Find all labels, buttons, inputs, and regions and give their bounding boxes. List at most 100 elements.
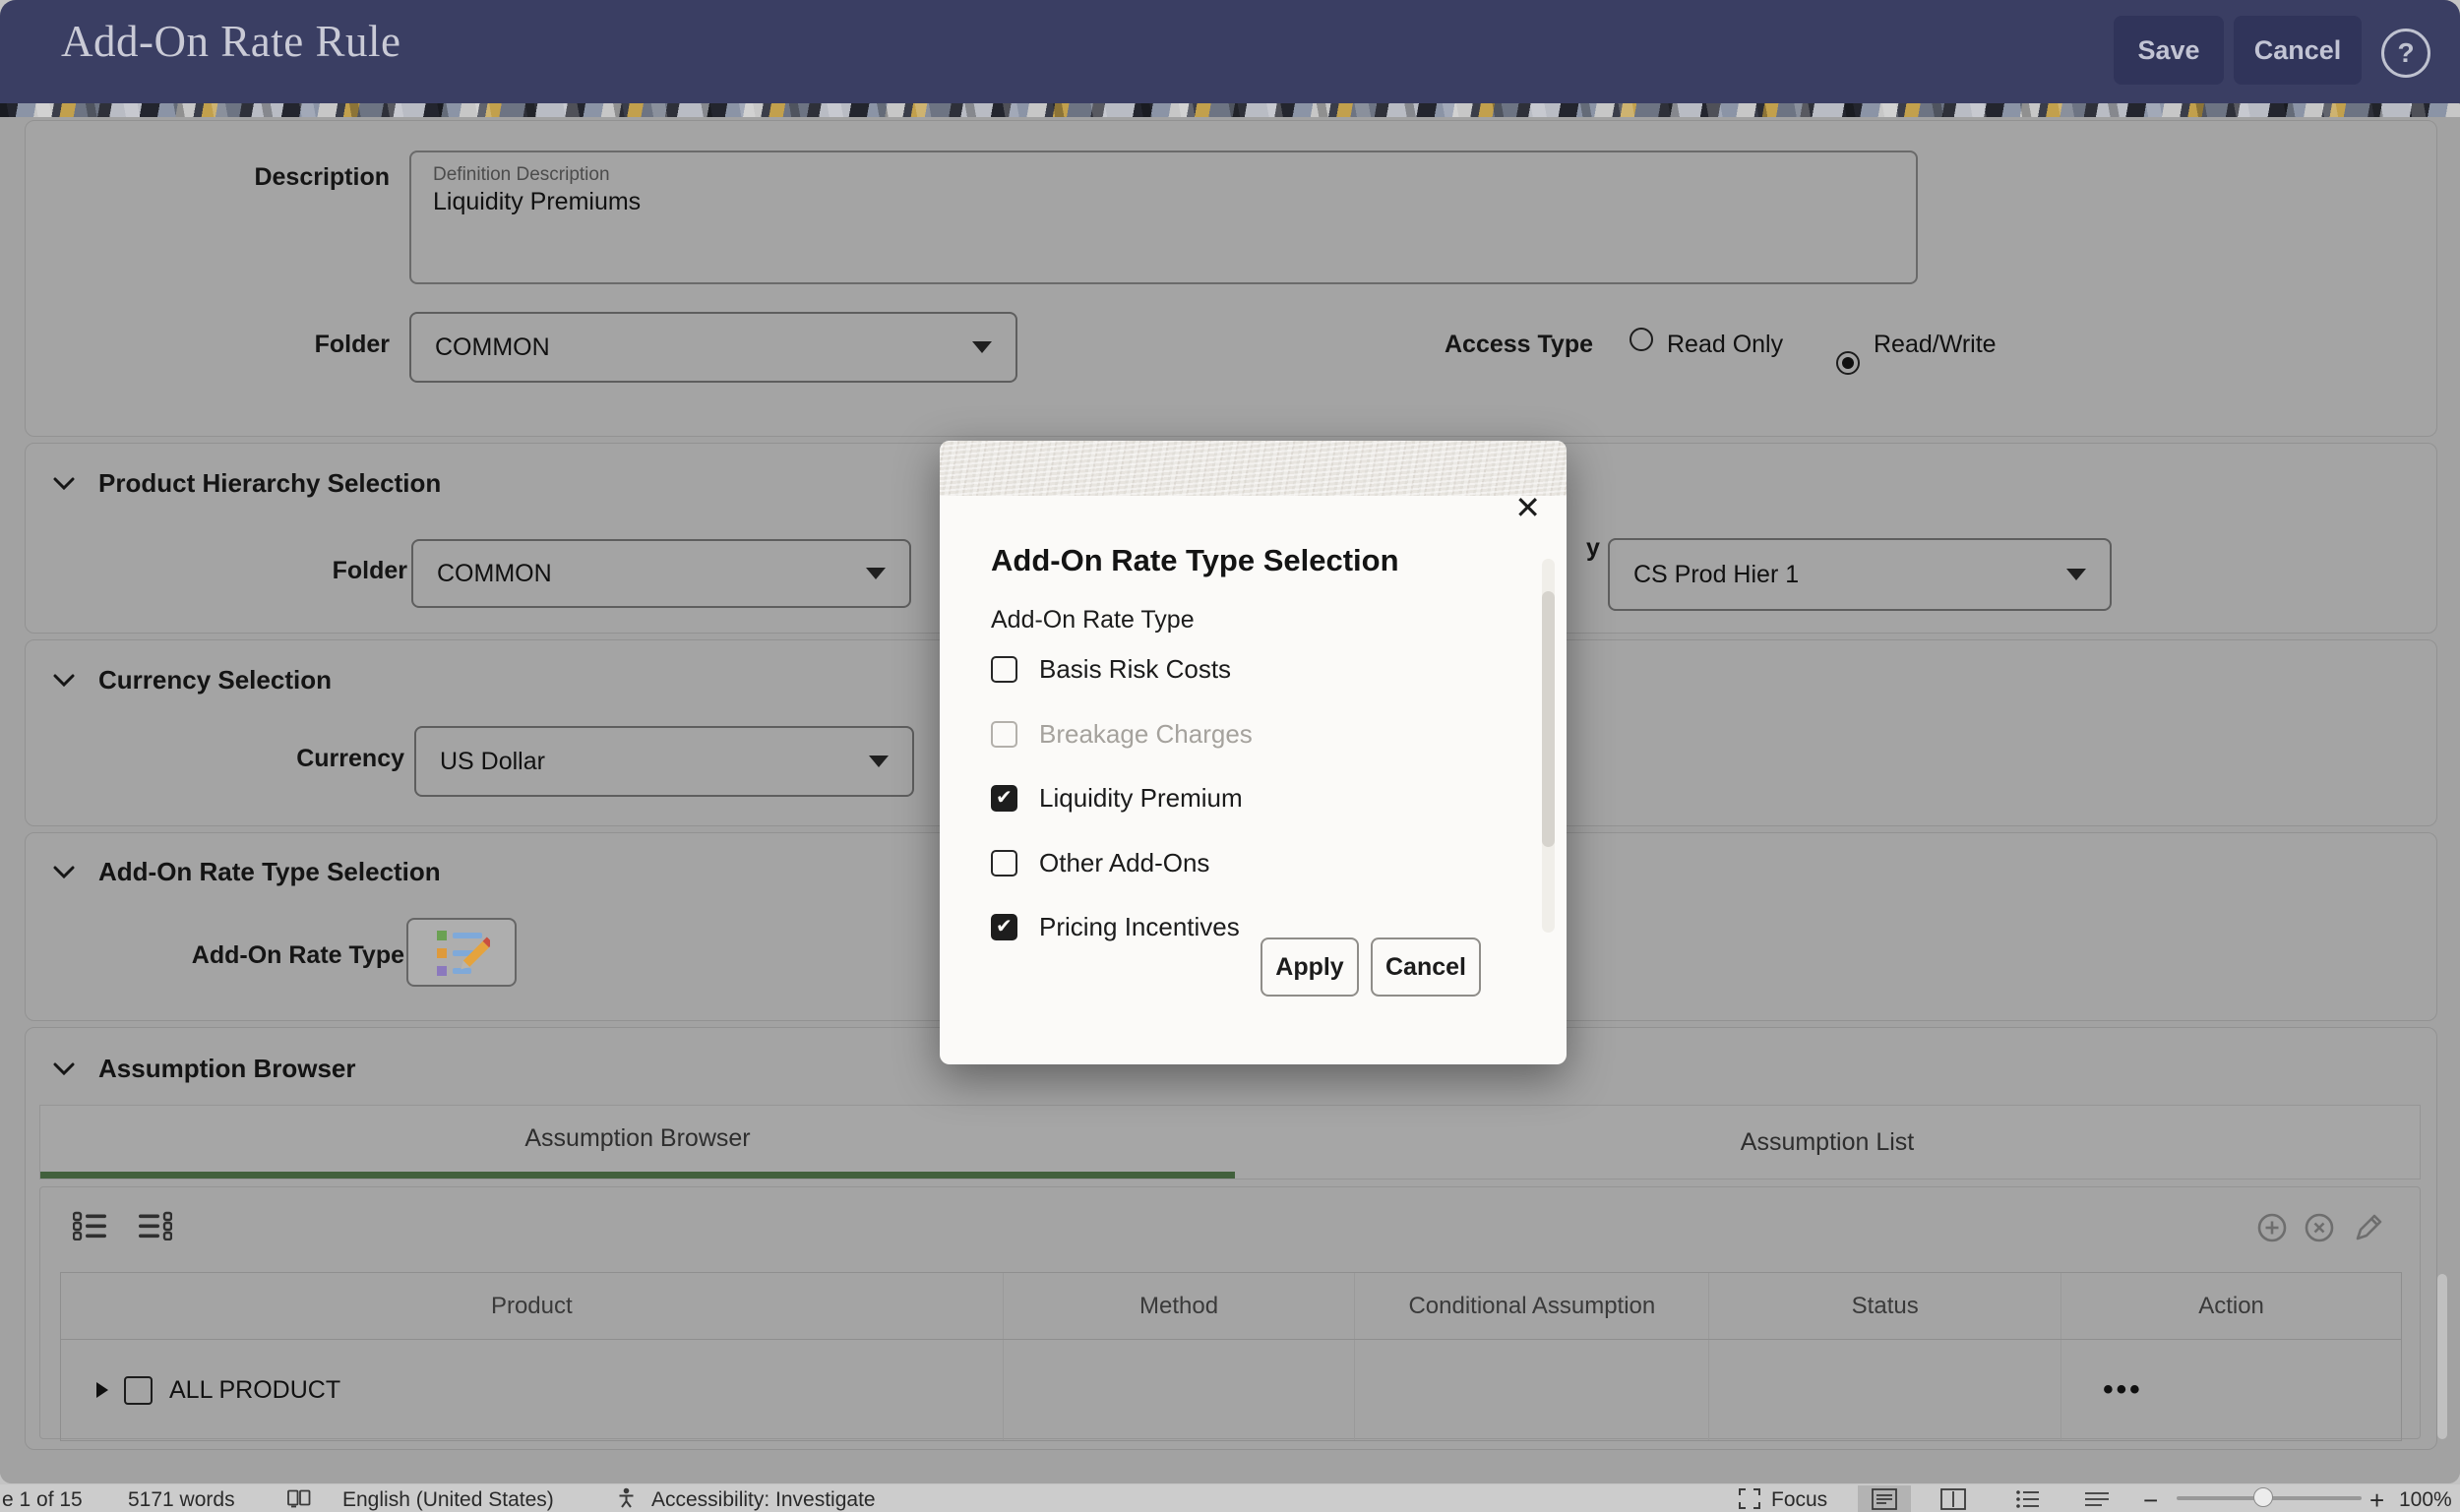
column-header-conditional-assumption[interactable]: Conditional Assumption: [1354, 1273, 1708, 1339]
access-read-only-radio[interactable]: [1630, 328, 1653, 351]
access-read-write-label: Read/Write: [1874, 331, 1997, 359]
product-hierarchy-section-header[interactable]: Product Hierarchy Selection: [53, 468, 441, 499]
assumption-browser-section-header[interactable]: Assumption Browser: [53, 1054, 356, 1084]
option-label: Basis Risk Costs: [1039, 654, 1231, 685]
method-cell: [1003, 1340, 1355, 1440]
description-value: Liquidity Premiums: [433, 188, 1894, 216]
view-outline-button[interactable]: [2001, 1485, 2055, 1512]
product-cell: ALL PRODUCT: [61, 1340, 1003, 1440]
option-label: Pricing Incentives: [1039, 912, 1240, 942]
list-view-icon[interactable]: [73, 1211, 108, 1240]
chevron-down-icon: [866, 568, 886, 579]
add-row-icon[interactable]: [2256, 1212, 2288, 1243]
definition-card: Description Definition Description Liqui…: [25, 120, 2437, 437]
option-breakage-charges: Breakage Charges: [991, 702, 1253, 767]
folder-label: Folder: [129, 331, 390, 359]
dialog-texture-band: [940, 441, 1567, 496]
checkbox-icon: [991, 914, 1017, 940]
focus-button[interactable]: Focus: [1771, 1488, 1827, 1512]
dialog-cancel-button[interactable]: Cancel: [1371, 937, 1481, 997]
view-web-layout-button[interactable]: [2070, 1485, 2123, 1512]
table-row: ALL PRODUCT •••: [61, 1340, 2401, 1440]
column-header-product[interactable]: Product: [61, 1273, 1003, 1339]
page-header: Add-On Rate Rule Save Cancel ?: [0, 0, 2460, 103]
chevron-down-icon: [53, 866, 75, 878]
option-other-add-ons[interactable]: Other Add-Ons: [991, 831, 1253, 896]
section-title: Assumption Browser: [98, 1054, 356, 1084]
option-label: Breakage Charges: [1039, 719, 1253, 750]
chevron-down-icon: [972, 341, 992, 353]
edit-row-icon[interactable]: [2351, 1210, 2386, 1245]
zoom-level[interactable]: 100%: [2399, 1488, 2452, 1512]
dialog-title: Add-On Rate Type Selection: [991, 543, 1399, 578]
zoom-out-button[interactable]: −: [2143, 1485, 2158, 1512]
view-print-layout-button[interactable]: [1858, 1485, 1911, 1512]
access-read-write-radio[interactable]: [1836, 351, 1860, 375]
accessibility-status[interactable]: Accessibility: Investigate: [651, 1488, 876, 1512]
page-title: Add-On Rate Rule: [61, 16, 400, 67]
access-type-label: Access Type: [1445, 331, 1593, 359]
currency-label: Currency: [208, 745, 404, 773]
column-header-action[interactable]: Action: [2060, 1273, 2401, 1339]
word-count[interactable]: 5171 words: [128, 1488, 235, 1512]
proofing-icon[interactable]: [287, 1489, 311, 1508]
description-field[interactable]: Definition Description Liquidity Premium…: [409, 151, 1918, 284]
description-inner-label: Definition Description: [433, 164, 1894, 186]
list-view-alt-icon[interactable]: [137, 1211, 172, 1240]
print-layout-icon: [1872, 1488, 1897, 1510]
currency-dropdown[interactable]: US Dollar: [414, 726, 914, 797]
outline-icon: [2015, 1488, 2041, 1510]
folder-dropdown[interactable]: COMMON: [409, 312, 1017, 383]
zoom-in-button[interactable]: +: [2369, 1485, 2384, 1512]
section-title: Currency Selection: [98, 665, 332, 696]
checkbox-icon: [991, 656, 1017, 683]
hierarchy-dropdown[interactable]: CS Prod Hier 1: [1608, 538, 2112, 611]
dialog-scrollbar-thumb[interactable]: [1542, 591, 1555, 847]
row-actions-menu-icon[interactable]: •••: [2103, 1373, 2143, 1407]
help-icon[interactable]: ?: [2381, 29, 2430, 78]
accessibility-icon: [618, 1487, 635, 1509]
tab-assumption-list[interactable]: Assumption List: [1235, 1106, 2420, 1179]
option-pricing-incentives[interactable]: Pricing Incentives: [991, 895, 1253, 960]
assumption-table: Product Method Conditional Assumption St…: [60, 1272, 2402, 1441]
checkbox-icon: [991, 721, 1017, 748]
hierarchy-label-fragment: y: [1586, 534, 1600, 563]
row-checkbox[interactable]: [124, 1376, 153, 1405]
chevron-down-icon: [53, 477, 75, 490]
chevron-down-icon: [2066, 569, 2086, 580]
option-basis-risk-costs[interactable]: Basis Risk Costs: [991, 637, 1253, 702]
column-header-method[interactable]: Method: [1003, 1273, 1355, 1339]
addon-rate-type-picker-button[interactable]: [406, 918, 517, 987]
column-header-status[interactable]: Status: [1708, 1273, 2060, 1339]
folder-dropdown-value: COMMON: [435, 333, 550, 362]
ph-folder-dropdown[interactable]: COMMON: [411, 539, 911, 608]
zoom-slider-thumb[interactable]: [2253, 1487, 2273, 1507]
read-mode-icon: [1940, 1488, 1966, 1510]
web-layout-icon: [2084, 1488, 2110, 1510]
product-name: ALL PRODUCT: [169, 1376, 340, 1405]
view-read-mode-button[interactable]: [1927, 1485, 1980, 1512]
row-expand-icon[interactable]: [96, 1382, 108, 1398]
access-read-only-label: Read Only: [1667, 331, 1783, 359]
option-label: Other Add-Ons: [1039, 848, 1209, 878]
apply-button[interactable]: Apply: [1261, 937, 1359, 997]
currency-section-header[interactable]: Currency Selection: [53, 665, 332, 696]
cancel-button[interactable]: Cancel: [2234, 16, 2362, 85]
tab-assumption-browser[interactable]: Assumption Browser: [40, 1106, 1235, 1179]
language-status[interactable]: English (United States): [342, 1488, 554, 1512]
ph-folder-dropdown-value: COMMON: [437, 560, 552, 588]
addon-rate-type-dialog: ✕ Add-On Rate Type Selection Add-On Rate…: [940, 441, 1567, 1064]
option-liquidity-premium[interactable]: Liquidity Premium: [991, 766, 1253, 831]
save-button[interactable]: Save: [2114, 16, 2224, 85]
status-cell: [1708, 1340, 2060, 1440]
focus-icon: [1738, 1487, 1761, 1510]
delete-row-icon[interactable]: [2304, 1212, 2335, 1243]
description-label: Description: [129, 163, 390, 192]
section-title: Product Hierarchy Selection: [98, 468, 441, 499]
screen: Add-On Rate Rule Save Cancel ? Descripti…: [0, 0, 2460, 1512]
close-icon[interactable]: ✕: [1514, 492, 1541, 523]
chevron-down-icon: [869, 756, 889, 767]
table-scrollbar[interactable]: [2437, 1274, 2447, 1439]
addon-rate-type-section-header[interactable]: Add-On Rate Type Selection: [53, 857, 441, 887]
page-info[interactable]: e 1 of 15: [2, 1488, 83, 1512]
